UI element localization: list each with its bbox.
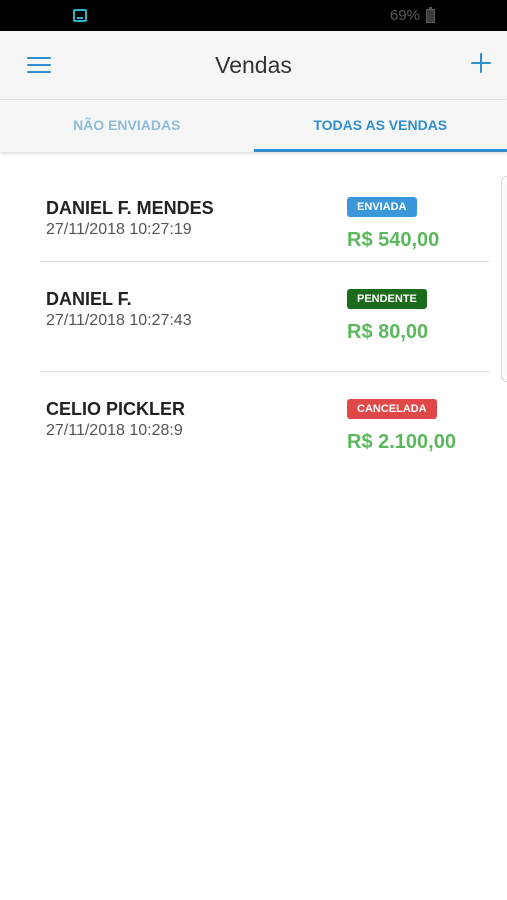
- tab-todas-as-vendas[interactable]: TODAS AS VENDAS: [253, 100, 507, 152]
- status-badge: PENDENTE: [347, 289, 427, 309]
- sale-row[interactable]: DANIEL F. 27/11/2018 10:27:43 PENDENTE R…: [40, 262, 489, 372]
- battery-percent: 69%: [389, 7, 420, 24]
- sale-value: R$ 2.100,00: [347, 431, 456, 453]
- sale-date: 27/11/2018 10:27:19: [46, 221, 192, 238]
- sale-customer-name: DANIEL F.: [46, 289, 132, 309]
- page-title: Vendas: [215, 52, 292, 78]
- sale-value: R$ 540,00: [347, 229, 440, 251]
- sales-list: DANIEL F. MENDES 27/11/2018 10:27:19 ENV…: [0, 152, 507, 482]
- battery-icon: [426, 6, 435, 23]
- sale-date: 27/11/2018 10:27:43: [46, 312, 192, 329]
- status-right: 69%: [389, 6, 435, 24]
- status-bar: 69%: [0, 0, 507, 31]
- sale-customer-name: DANIEL F. MENDES: [46, 198, 214, 218]
- sale-customer-name: CELIO PICKLER: [46, 399, 186, 419]
- tab-bar: NÃO ENVIADAS TODAS AS VENDAS: [0, 100, 507, 152]
- status-badge: ENVIADA: [347, 197, 417, 217]
- sale-row[interactable]: DANIEL F. MENDES 27/11/2018 10:27:19 ENV…: [40, 152, 489, 262]
- app-bar: Vendas: [0, 31, 507, 100]
- sale-value: R$ 80,00: [347, 321, 429, 343]
- status-badge: CANCELADA: [347, 399, 437, 419]
- sale-date: 27/11/2018 10:28:9: [46, 422, 183, 439]
- cast-icon: [73, 9, 87, 22]
- sale-row[interactable]: CELIO PICKLER 27/11/2018 10:28:9 CANCELA…: [40, 372, 489, 482]
- tab-nao-enviadas[interactable]: NÃO ENVIADAS: [0, 100, 254, 152]
- add-sale-icon[interactable]: [471, 53, 491, 73]
